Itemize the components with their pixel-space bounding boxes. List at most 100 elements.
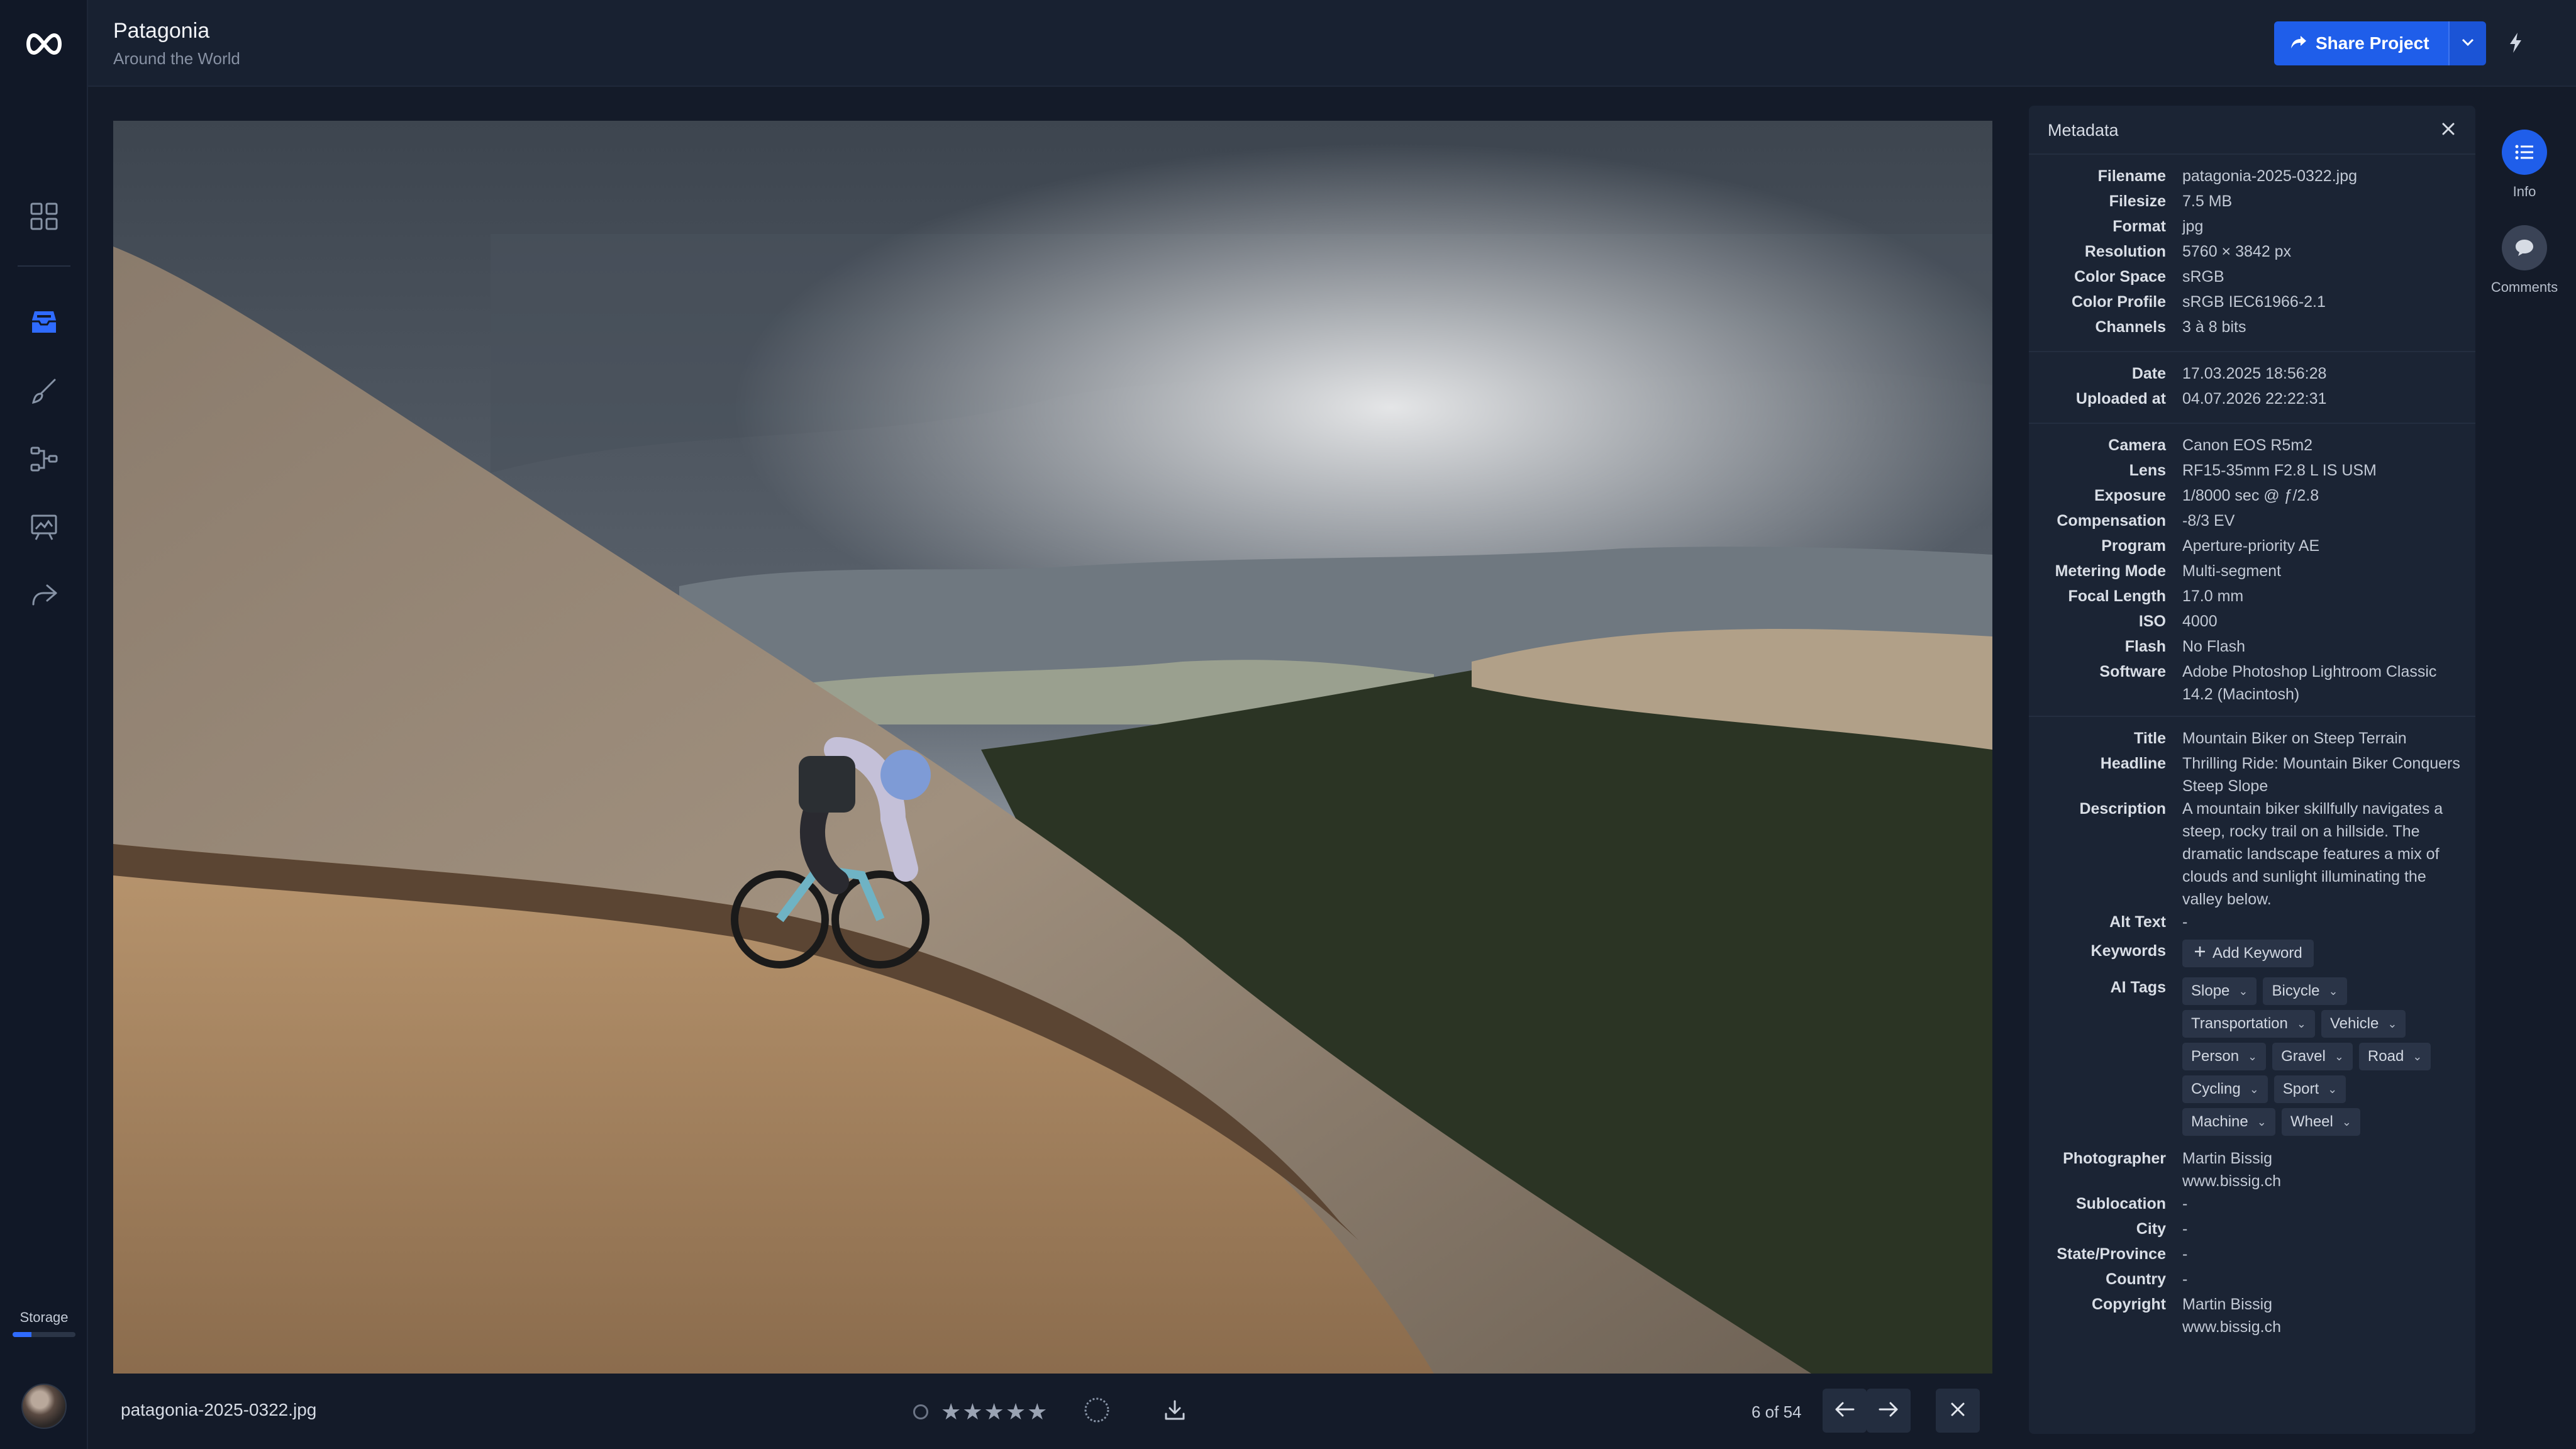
chevron-down-icon: ⌄	[2249, 1083, 2259, 1096]
ai-tag-chip[interactable]: Slope ⌄	[2182, 977, 2257, 1005]
metadata-value: 17.03.2025 18:56:28	[2182, 365, 2327, 382]
lightning-bolt-icon[interactable]	[2503, 30, 2528, 55]
next-button[interactable]	[1867, 1389, 1911, 1433]
chevron-down-icon	[2461, 38, 2475, 50]
metadata-value: sRGB IEC61966-2.1	[2182, 293, 2326, 311]
metadata-row: City -	[2029, 1218, 2475, 1243]
metadata-value: 1/8000 sec @ ƒ/2.8	[2182, 487, 2319, 504]
storage-bar[interactable]	[13, 1332, 75, 1337]
chevron-down-icon: ⌄	[2387, 1018, 2397, 1030]
metadata-row: Headline Thrilling Ride: Mountain Biker C…	[2029, 752, 2475, 797]
top-bar: Patagonia Around the World Share Project	[88, 0, 2576, 87]
share-arrow-icon[interactable]	[26, 577, 62, 613]
iptc-section: Title Mountain Biker on Steep Terrain Head…	[2029, 717, 2475, 1348]
ai-tag-label: Wheel	[2290, 1113, 2333, 1130]
share-project-button[interactable]: Share Project	[2274, 21, 2448, 65]
metadata-row: Software Adobe Photoshop Lightroom Classi…	[2029, 660, 2475, 706]
metadata-row: Camera Canon EOS R5m2	[2029, 434, 2475, 459]
metadata-label: City	[2136, 1220, 2166, 1238]
metadata-row: Title Mountain Biker on Steep Terrain	[2029, 727, 2475, 752]
metadata-label: Copyright	[2091, 1296, 2166, 1313]
metadata-row: Color Profile sRGB IEC61966-2.1	[2029, 291, 2475, 316]
rail-divider	[18, 265, 70, 267]
metadata-row: Channels 3 à 8 bits	[2029, 316, 2475, 341]
tab-comments-label: Comments	[2490, 279, 2558, 295]
metadata-value: patagonia-2025-0322.jpg	[2182, 167, 2358, 185]
metadata-label: Title	[2134, 730, 2166, 747]
close-icon	[2441, 122, 2455, 139]
ai-tag-chip[interactable]: Gravel ⌄	[2272, 1043, 2353, 1070]
star-rating[interactable]: ★★★★★	[941, 1399, 1048, 1425]
camera-section: Camera Canon EOS R5m2 Lens RF15-35mm F2.8 L…	[2029, 424, 2475, 717]
rating-control: ★★★★★	[913, 1399, 1048, 1425]
metadata-value: No Flash	[2182, 638, 2246, 655]
metadata-row: Copyright Martin Bissig www.bissig.ch	[2029, 1293, 2475, 1338]
workflow-icon[interactable]	[26, 441, 62, 477]
status-ring-icon[interactable]	[1083, 1396, 1111, 1424]
previous-button[interactable]	[1823, 1389, 1867, 1433]
presentation-icon[interactable]	[26, 509, 62, 545]
metadata-row: Color Space sRGB	[2029, 265, 2475, 291]
storage-label: Storage	[19, 1309, 69, 1325]
ai-tag-chip[interactable]: Vehicle ⌄	[2321, 1010, 2406, 1038]
metadata-value: 4000	[2182, 613, 2218, 630]
ai-tag-chip[interactable]: Bicycle ⌄	[2263, 977, 2347, 1005]
metadata-value: -	[2182, 1195, 2188, 1213]
metadata-value: -	[2182, 1270, 2188, 1288]
metadata-value: 17.0 mm	[2182, 587, 2244, 605]
metadata-label: Flash	[2124, 638, 2166, 655]
main-photo[interactable]	[113, 121, 1992, 1374]
file-info-section: Filename patagonia-2025-0322.jpg Filesize 7…	[2029, 155, 2475, 352]
share-dropdown-button[interactable]	[2448, 21, 2486, 65]
left-rail: Storage	[0, 0, 88, 1449]
metadata-row: Exposure 1/8000 sec @ ƒ/2.8	[2029, 484, 2475, 509]
metadata-row: Alt Text -	[2029, 911, 2475, 936]
tab-comments[interactable]: Comments	[2484, 225, 2565, 296]
chevron-down-icon: ⌄	[2328, 1083, 2338, 1096]
ai-tag-label: Machine	[2191, 1113, 2248, 1130]
metadata-label: Exposure	[2094, 487, 2166, 504]
metadata-row: Focal Length 17.0 mm	[2029, 585, 2475, 610]
metadata-row: ISO 4000	[2029, 610, 2475, 635]
ai-tag-chip[interactable]: Cycling ⌄	[2182, 1075, 2268, 1103]
comment-bubble-icon	[2502, 225, 2547, 270]
grid-icon[interactable]	[26, 199, 62, 234]
ai-tag-chip[interactable]: Sport ⌄	[2273, 1075, 2346, 1103]
metadata-row-ai-tags: AI Tags Slope ⌄ Bicycle ⌄ Transportation ⌄ Veh…	[2029, 976, 2475, 1140]
chevron-down-icon: ⌄	[2412, 1050, 2423, 1063]
metadata-label: Software	[2099, 663, 2166, 680]
brush-icon[interactable]	[26, 374, 62, 409]
metadata-label: State/Province	[2057, 1245, 2166, 1263]
infinity-logo-icon[interactable]	[24, 31, 64, 57]
metadata-row: Photographer Martin Bissig www.bissig.ch	[2029, 1147, 2475, 1192]
metadata-label: Description	[2079, 800, 2166, 818]
metadata-label: Metering Mode	[2055, 562, 2166, 580]
metadata-row: Description A mountain biker skillfully n…	[2029, 797, 2475, 911]
ai-tag-chip[interactable]: Road ⌄	[2358, 1043, 2431, 1070]
ai-tag-label: Slope	[2191, 982, 2230, 999]
close-viewer-button[interactable]	[1936, 1389, 1980, 1433]
metadata-value: Canon EOS R5m2	[2182, 436, 2313, 454]
ai-tag-chip[interactable]: Transportation ⌄	[2182, 1010, 2315, 1038]
page-title: Patagonia	[113, 19, 210, 43]
metadata-row: Metering Mode Multi-segment	[2029, 560, 2475, 585]
close-icon	[1950, 1402, 1965, 1420]
clear-rating-button[interactable]	[913, 1404, 928, 1419]
storage-bar-fill	[13, 1332, 31, 1337]
ai-tag-chip[interactable]: Wheel ⌄	[2281, 1108, 2360, 1136]
metadata-value: RF15-35mm F2.8 L IS USM	[2182, 462, 2377, 479]
metadata-label: Keywords	[2090, 942, 2166, 960]
avatar[interactable]	[21, 1384, 67, 1429]
add-keyword-button[interactable]: Add Keyword	[2182, 940, 2314, 967]
metadata-label: Format	[2112, 218, 2166, 235]
tab-info-label: Info	[2512, 184, 2536, 199]
metadata-panel: Metadata Filename patagonia-2025-0322.jpg…	[2029, 106, 2475, 1434]
close-metadata-button[interactable]	[2439, 121, 2458, 140]
tab-info[interactable]: Info	[2484, 130, 2565, 200]
inbox-tray-icon[interactable]	[26, 304, 62, 340]
ai-tag-chip[interactable]: Person ⌄	[2182, 1043, 2267, 1070]
metadata-row: Resolution 5760 × 3842 px	[2029, 240, 2475, 265]
ai-tag-chip[interactable]: Machine ⌄	[2182, 1108, 2275, 1136]
download-icon[interactable]	[1161, 1396, 1189, 1424]
metadata-label: Country	[2106, 1270, 2166, 1288]
